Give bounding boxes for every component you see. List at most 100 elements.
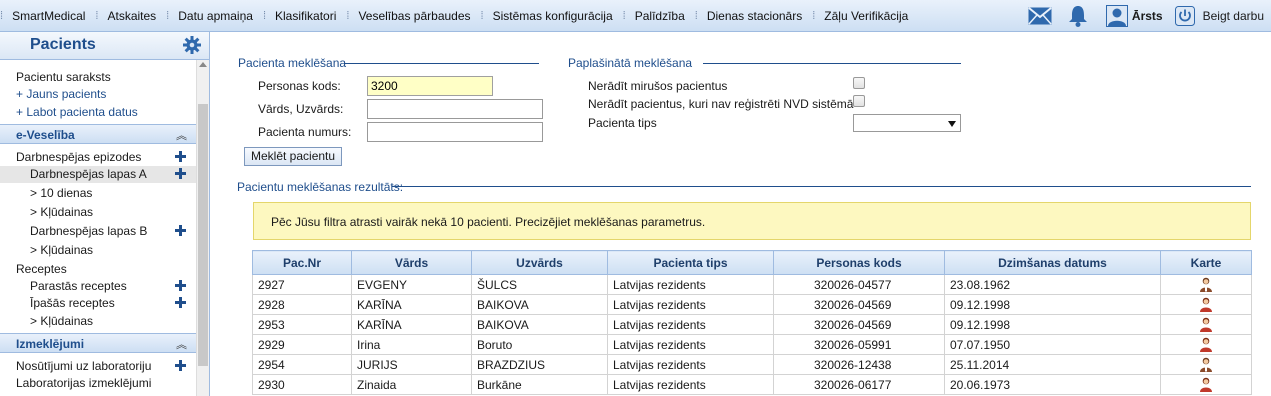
cell-card <box>1160 334 1252 355</box>
menu-item-drug-verification[interactable]: Zāļu Verifikācija <box>814 0 918 32</box>
patient-number-input[interactable] <box>367 122 543 142</box>
table-row[interactable]: 2930 Zinaida Burkāne Latvijas rezidents 3200… <box>252 374 1252 395</box>
female-patient-card-icon[interactable] <box>1199 297 1213 313</box>
table-row[interactable]: 2928 KARĪNA BAIKOVA Latvijas rezidents 32002… <box>252 294 1252 315</box>
menu-item-smartmedical[interactable]: SmartMedical <box>2 0 95 32</box>
cell-type: Latvijas rezidents <box>607 374 774 395</box>
cell-card <box>1160 294 1252 315</box>
cell-nr: 2953 <box>252 314 352 335</box>
cell-surname: BRAZDZIUS <box>471 354 608 375</box>
patient-type-select[interactable] <box>853 114 961 132</box>
menu-item-data-exchange[interactable]: Datu apmaiņa <box>168 0 263 32</box>
patient-type-label: Pacienta tips <box>588 116 657 130</box>
cell-type: Latvijas rezidents <box>607 314 774 335</box>
sidebar-item-lab-referrals[interactable]: Nosūtījumi uz laboratoriju <box>16 359 151 373</box>
sidebar-item-errors[interactable]: > Kļūdainas <box>30 314 93 328</box>
extended-legend: Paplašinātā meklēšana <box>568 56 693 70</box>
scrollbar-thumb[interactable] <box>198 104 208 366</box>
legend-divider <box>703 63 961 64</box>
column-header[interactable]: Karte <box>1160 250 1252 275</box>
sidebar-item-sick-leave-a[interactable]: Darbnespējas lapas A <box>30 167 147 181</box>
sidebar-section-izmeklejumi[interactable]: Izmeklējumi ︽ <box>0 333 196 353</box>
column-header[interactable]: Pac.Nr <box>252 250 352 275</box>
column-header[interactable]: Dzimšanas datums <box>944 250 1161 275</box>
search-patient-button[interactable]: Meklēt pacientu <box>244 147 343 166</box>
cell-code: 320026-04569 <box>773 294 945 315</box>
collapse-icon[interactable]: ︽ <box>176 127 187 143</box>
sidebar: Pacients Pacientu saraksts + Jauns pacie… <box>0 32 210 396</box>
power-icon[interactable] <box>1174 6 1195 26</box>
table-row[interactable]: 2927 EVGENY ŠULCS Latvijas rezidents 320026-… <box>252 274 1252 295</box>
column-header[interactable]: Personas kods <box>773 250 945 275</box>
menu-item-health-checks[interactable]: Veselības pārbaudes <box>348 0 480 32</box>
female-patient-card-icon[interactable] <box>1199 317 1213 333</box>
hide-unregistered-label: Nerādīt pacientus, kuri nav reģistrēti N… <box>588 97 854 111</box>
hide-unregistered-checkbox[interactable] <box>853 95 865 107</box>
cell-type: Latvijas rezidents <box>607 334 774 355</box>
user-icon[interactable] <box>1105 5 1128 27</box>
female-patient-card-icon[interactable] <box>1199 377 1213 393</box>
cell-name: KARĪNA <box>351 294 472 315</box>
sidebar-item-recipes[interactable]: Receptes <box>16 262 67 276</box>
sidebar-item-patient-list[interactable]: Pacientu saraksts <box>16 70 111 84</box>
add-icon[interactable] <box>174 359 187 372</box>
scroll-up-icon[interactable] <box>199 62 207 67</box>
sidebar-item-ten-days[interactable]: > 10 dienas <box>30 186 92 200</box>
menu-item-day-hospital[interactable]: Dienas stacionārs <box>697 0 812 32</box>
sidebar-item-sick-leave-episodes[interactable]: Darbnespējas epizodes <box>16 150 141 164</box>
male-patient-card-icon[interactable] <box>1199 357 1213 373</box>
add-icon[interactable] <box>174 279 187 292</box>
bell-icon[interactable] <box>1068 5 1088 27</box>
cell-surname: BAIKOVA <box>471 314 608 335</box>
column-header[interactable]: Uzvārds <box>471 250 608 275</box>
personal-code-input[interactable] <box>367 76 493 96</box>
search-legend: Pacienta meklēšana <box>238 56 347 70</box>
cell-code: 320026-04569 <box>773 314 945 335</box>
cell-code: 320026-12438 <box>773 354 945 375</box>
column-header[interactable]: Pacienta tips <box>607 250 774 275</box>
user-role-label[interactable]: Ārsts <box>1132 9 1163 23</box>
sidebar-item-sick-leave-b[interactable]: Darbnespējas lapas B <box>30 224 147 238</box>
cell-surname: Burkāne <box>471 374 608 395</box>
male-patient-card-icon[interactable] <box>1199 277 1213 293</box>
table-row[interactable]: 2953 KARĪNA BAIKOVA Latvijas rezidents 32002… <box>252 314 1252 335</box>
logout-link[interactable]: Beigt darbu <box>1203 9 1264 23</box>
sidebar-item-errors[interactable]: > Kļūdainas <box>30 205 93 219</box>
table-row[interactable]: 2929 Irina Boruto Latvijas rezidents 320026-… <box>252 334 1252 355</box>
main-menu: ⁞ SmartMedical ⁞ Atskaites ⁞ Datu apmaiņ… <box>0 0 918 32</box>
female-patient-card-icon[interactable] <box>1199 337 1213 353</box>
collapse-icon[interactable]: ︽ <box>176 336 187 352</box>
sidebar-item-new-patient[interactable]: + Jauns pacients <box>16 87 106 101</box>
cell-nr: 2929 <box>252 334 352 355</box>
cell-name: JURIJS <box>351 354 472 375</box>
cell-nr: 2928 <box>252 294 352 315</box>
user-area: Ārsts Beigt darbu <box>1028 0 1271 32</box>
sidebar-item-lab-tests[interactable]: Laboratorijas izmeklējumi <box>16 376 151 390</box>
menu-item-system-config[interactable]: Sistēmas konfigurācija <box>483 0 623 32</box>
sidebar-scrollbar[interactable] <box>196 60 209 396</box>
cell-code: 320026-05991 <box>773 334 945 355</box>
menu-item-help[interactable]: Palīdzība <box>625 0 695 32</box>
table-row[interactable]: 2954 JURIJS BRAZDZIUS Latvijas rezidents 320… <box>252 354 1252 375</box>
name-input[interactable] <box>367 99 543 119</box>
dropdown-arrow-icon <box>948 121 956 127</box>
cell-dob: 23.08.1962 <box>944 274 1161 295</box>
add-icon[interactable] <box>174 296 187 309</box>
gear-icon[interactable] <box>183 36 201 57</box>
add-icon[interactable] <box>174 224 187 237</box>
sidebar-item-special-recipes[interactable]: Īpašās receptes <box>30 296 115 310</box>
column-header[interactable]: Vārds <box>351 250 472 275</box>
cell-surname: ŠULCS <box>471 274 608 295</box>
hide-deceased-checkbox[interactable] <box>853 77 865 89</box>
add-icon[interactable] <box>174 150 187 163</box>
cell-dob: 25.11.2014 <box>944 354 1161 375</box>
menu-item-reports[interactable]: Atskaites <box>97 0 166 32</box>
mail-icon[interactable] <box>1028 7 1052 25</box>
sidebar-item-common-recipes[interactable]: Parastās receptes <box>30 279 127 293</box>
sidebar-section-eveseliba[interactable]: e-Veselība ︽ <box>0 124 196 144</box>
menu-item-classifiers[interactable]: Klasifikatori <box>265 0 346 32</box>
sidebar-item-edit-patient[interactable]: + Labot pacienta datus <box>16 105 138 119</box>
sidebar-item-errors[interactable]: > Kļūdainas <box>30 243 93 257</box>
cell-surname: BAIKOVA <box>471 294 608 315</box>
add-icon[interactable] <box>174 167 187 180</box>
